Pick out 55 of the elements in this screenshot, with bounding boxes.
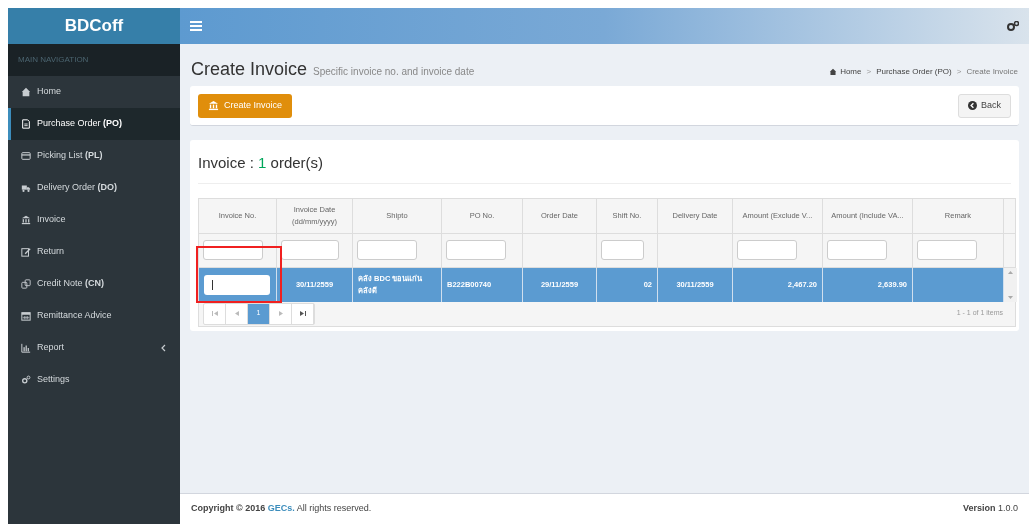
nav-item[interactable]: Delivery Order (DO) bbox=[8, 172, 180, 204]
nav-item[interactable]: Settings bbox=[8, 364, 180, 396]
first-page-icon bbox=[211, 311, 218, 316]
edit-icon bbox=[21, 247, 31, 257]
filter-field[interactable] bbox=[446, 240, 506, 260]
menu-icon[interactable] bbox=[190, 21, 202, 31]
scrollbar[interactable] bbox=[1004, 267, 1017, 302]
breadcrumb-separator: > bbox=[956, 65, 962, 78]
breadcrumb-link[interactable]: Create Invoice bbox=[966, 65, 1018, 78]
bank-icon bbox=[208, 100, 219, 111]
scroll-down-icon[interactable] bbox=[1008, 295, 1013, 299]
nav-item[interactable]: Purchase Order (PO) bbox=[8, 108, 180, 140]
document-icon bbox=[21, 119, 31, 129]
copyright-text: Copyright © 2016 GECs. All rights reserved. bbox=[191, 502, 372, 516]
breadcrumb-link[interactable]: Purchase Order (PO) bbox=[876, 65, 952, 78]
page-subtitle: Specific invoice no. and invoice date bbox=[313, 65, 475, 79]
back-arrow-icon bbox=[968, 101, 977, 110]
nav-item[interactable]: Remittance Advice bbox=[8, 300, 180, 332]
filter-field[interactable] bbox=[917, 240, 977, 260]
app-logo[interactable]: BDCoff bbox=[8, 8, 180, 44]
copy-icon bbox=[21, 279, 31, 289]
breadcrumb-link[interactable]: Home bbox=[829, 65, 862, 78]
scroll-up-icon[interactable] bbox=[1008, 270, 1013, 274]
nav-item[interactable]: Home bbox=[8, 76, 180, 108]
gears-icon bbox=[21, 375, 31, 385]
page-title: Create Invoice bbox=[191, 58, 308, 81]
home-icon bbox=[21, 87, 31, 97]
version-text: Version 1.0.0 bbox=[962, 502, 1018, 516]
gears-icon[interactable] bbox=[1007, 21, 1019, 31]
panel-heading: Invoice : 1 order(s) bbox=[198, 152, 1011, 184]
next-page-icon bbox=[278, 311, 283, 316]
last-page-icon bbox=[299, 311, 306, 316]
company-link[interactable]: GECs. bbox=[267, 503, 295, 514]
nav-item[interactable]: Invoice bbox=[8, 204, 180, 236]
filter-field[interactable] bbox=[601, 240, 644, 260]
bank-icon bbox=[21, 215, 31, 225]
nav-item[interactable]: Credit Note (CN) bbox=[8, 268, 180, 300]
filter-field[interactable] bbox=[357, 240, 417, 260]
nav-item[interactable]: Report bbox=[8, 332, 180, 364]
truck-icon bbox=[21, 183, 31, 193]
card-icon bbox=[21, 151, 31, 161]
bar-chart-icon bbox=[21, 343, 31, 353]
filter-field[interactable] bbox=[827, 240, 887, 260]
filter-field[interactable] bbox=[203, 240, 263, 260]
nav-item[interactable]: Picking List (PL) bbox=[8, 140, 180, 172]
calendar-icon bbox=[21, 311, 31, 321]
filter-field[interactable] bbox=[737, 240, 797, 260]
invoice-no-field[interactable] bbox=[204, 274, 270, 295]
previous-page-icon bbox=[234, 311, 239, 316]
home-icon bbox=[829, 68, 838, 75]
section-label: MAIN NAVIGATION bbox=[8, 44, 180, 76]
breadcrumb-separator: > bbox=[866, 65, 872, 78]
back-button[interactable]: Back bbox=[958, 93, 1011, 118]
filter-field[interactable] bbox=[281, 240, 339, 260]
nav-item[interactable]: Return bbox=[8, 236, 180, 268]
